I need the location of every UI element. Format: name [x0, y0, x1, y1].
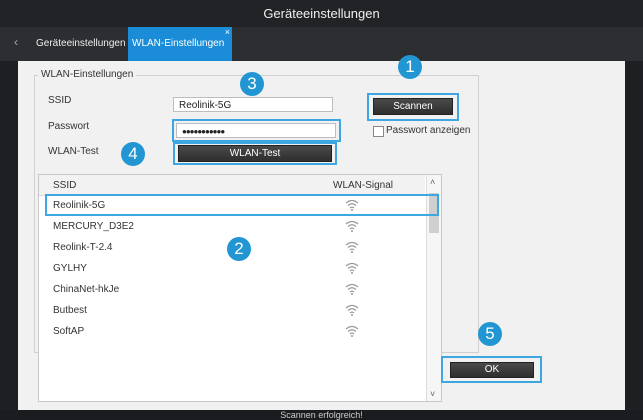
left-margin	[0, 61, 18, 410]
callout-2: 2	[227, 237, 251, 261]
wlan-test-button[interactable]: WLAN-Test	[178, 145, 332, 162]
network-ssid: SoftAP	[53, 326, 85, 337]
list-item[interactable]: Reolinik-5G	[39, 196, 425, 216]
wifi-signal-icon	[345, 262, 359, 274]
tab-device-settings[interactable]: Geräteeinstellungen	[32, 27, 136, 61]
settings-panel: WLAN-Einstellungen SSID Reolinik-5G Pass…	[18, 61, 625, 410]
password-label: Passwort	[48, 121, 90, 132]
column-ssid-header[interactable]: SSID	[53, 180, 76, 191]
wifi-signal-icon	[345, 283, 359, 295]
list-item[interactable]: MERCURY_D3E2	[39, 217, 425, 237]
wifi-signal-icon	[345, 325, 359, 337]
password-input[interactable]: ●●●●●●●●●●●	[176, 123, 336, 138]
network-ssid: Reolinik-5G	[53, 200, 106, 211]
wifi-signal-icon	[345, 304, 359, 316]
network-ssid: MERCURY_D3E2	[53, 221, 134, 232]
network-ssid: Reolink-T-2.4	[53, 242, 113, 253]
right-margin	[625, 61, 643, 410]
status-bar: Scannen erfolgreich!	[0, 410, 643, 420]
show-password-label: Passwort anzeigen	[386, 125, 471, 136]
list-scrollbar[interactable]: ˄ ˅	[426, 175, 441, 401]
wifi-signal-icon	[345, 220, 359, 232]
list-item[interactable]: Butbest	[39, 301, 425, 321]
network-ssid: ChinaNet-hkJe	[53, 284, 120, 295]
chevron-left-icon[interactable]: ‹	[14, 35, 18, 49]
tab-bar: ‹ Geräteeinstellungen WLAN-Einstellungen…	[0, 27, 643, 61]
list-item[interactable]: GYLHY	[39, 259, 425, 279]
ok-button[interactable]: OK	[450, 362, 534, 378]
callout-3: 3	[240, 72, 264, 96]
window-title: Geräteeinstellungen	[0, 0, 643, 27]
tab-wlan-settings[interactable]: WLAN-Einstellungen ×	[128, 27, 232, 61]
list-item[interactable]: SoftAP	[39, 322, 425, 342]
list-item[interactable]: ChinaNet-hkJe	[39, 280, 425, 300]
wlan-test-label: WLAN-Test	[48, 146, 99, 157]
column-signal-header[interactable]: WLAN-Signal	[333, 180, 393, 191]
scan-button[interactable]: Scannen	[373, 98, 453, 115]
close-icon[interactable]: ×	[225, 15, 230, 49]
wifi-signal-icon	[345, 199, 359, 211]
callout-4: 4	[121, 142, 145, 166]
callout-1: 1	[398, 55, 422, 79]
callout-5: 5	[478, 322, 502, 346]
chevron-up-icon[interactable]: ˄	[430, 177, 435, 187]
group-title: WLAN-Einstellungen	[38, 69, 137, 80]
scrollbar-thumb[interactable]	[429, 193, 439, 233]
network-list[interactable]: SSID WLAN-Signal Reolinik-5G MERCURY_D3E…	[38, 174, 442, 402]
list-header: SSID WLAN-Signal	[39, 175, 425, 196]
wifi-signal-icon	[345, 241, 359, 253]
network-ssid: GYLHY	[53, 263, 87, 274]
ssid-label: SSID	[48, 95, 72, 106]
network-ssid: Butbest	[53, 305, 87, 316]
tab-wlan-settings-label: WLAN-Einstellungen	[132, 38, 225, 49]
ssid-input[interactable]: Reolinik-5G	[173, 97, 333, 112]
chevron-down-icon[interactable]: ˅	[430, 389, 435, 399]
show-password-checkbox[interactable]	[373, 126, 384, 137]
